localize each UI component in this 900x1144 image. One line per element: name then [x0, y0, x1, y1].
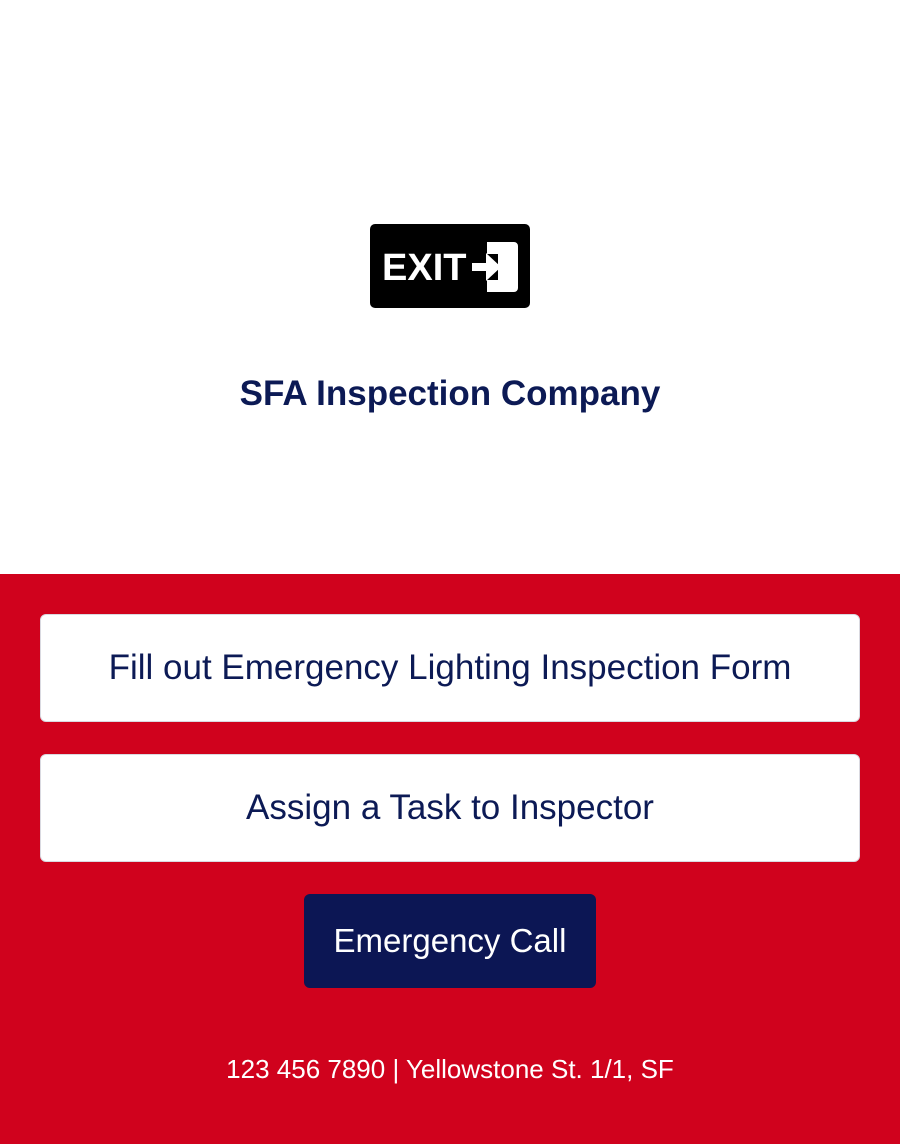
company-name: SFA Inspection Company: [239, 374, 661, 413]
logo-text: EXIT: [382, 247, 466, 289]
exit-sign-icon: EXIT: [382, 242, 518, 292]
footer-contact: 123 456 7890 | Yellowstone St. 1/1, SF: [226, 1054, 674, 1084]
exit-sign-logo: EXIT: [370, 224, 530, 308]
emergency-call-button[interactable]: Emergency Call: [304, 894, 596, 988]
exit-arrow-icon: [472, 242, 518, 292]
page: EXIT SFA Inspection Company Fill out Eme…: [0, 0, 900, 1144]
assign-task-button[interactable]: Assign a Task to Inspector: [40, 754, 860, 862]
actions-section: Fill out Emergency Lighting Inspection F…: [0, 574, 900, 1144]
header-section: EXIT SFA Inspection Company: [0, 0, 900, 574]
inspection-form-button[interactable]: Fill out Emergency Lighting Inspection F…: [40, 614, 860, 722]
